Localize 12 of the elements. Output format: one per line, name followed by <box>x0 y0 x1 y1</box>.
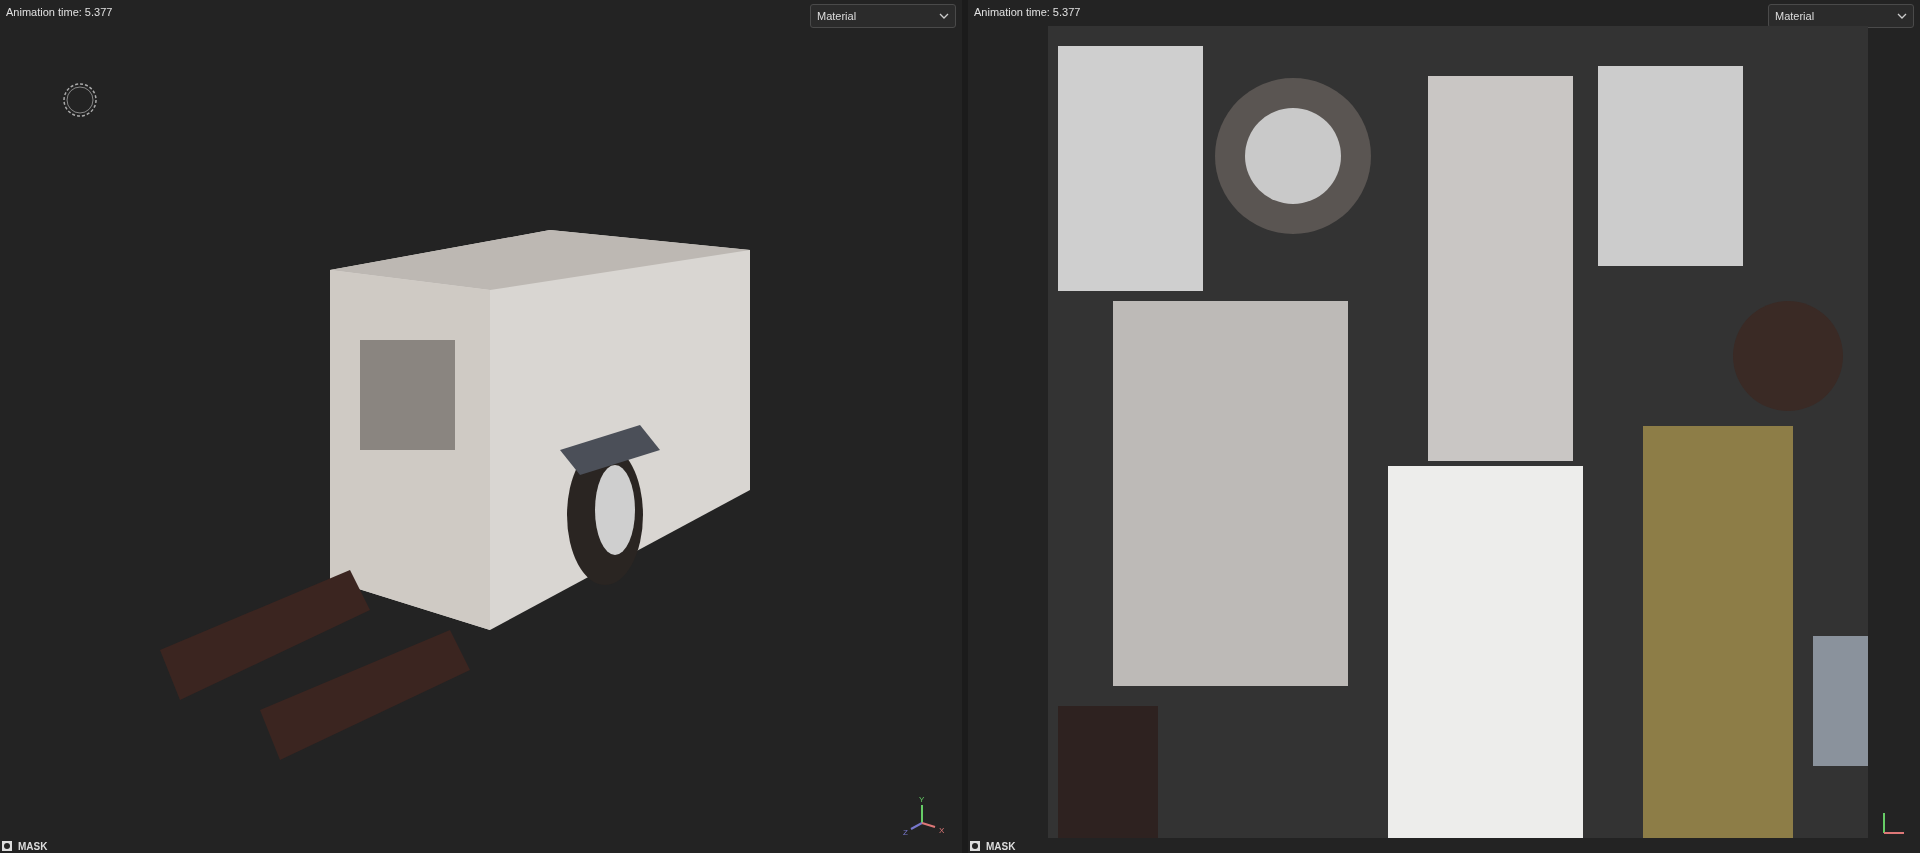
mask-label: MASK <box>18 839 48 853</box>
axis-gizmo-drawing: Y Z X <box>902 793 948 839</box>
chevron-down-icon <box>1897 13 1907 19</box>
mode-dropdown[interactable]: Material <box>1768 4 1914 28</box>
animation-time-label: Animation time: 5.377 <box>974 5 1081 20</box>
mask-label: MASK <box>986 839 1016 853</box>
mode-dropdown[interactable]: Material <box>810 4 956 28</box>
animation-time-label: Animation time: 5.377 <box>6 5 113 20</box>
chevron-down-icon <box>939 13 949 19</box>
mask-toggle-icon[interactable] <box>2 841 12 851</box>
brush-cursor-icon <box>62 82 98 118</box>
mask-toggle-icon[interactable] <box>970 841 980 851</box>
